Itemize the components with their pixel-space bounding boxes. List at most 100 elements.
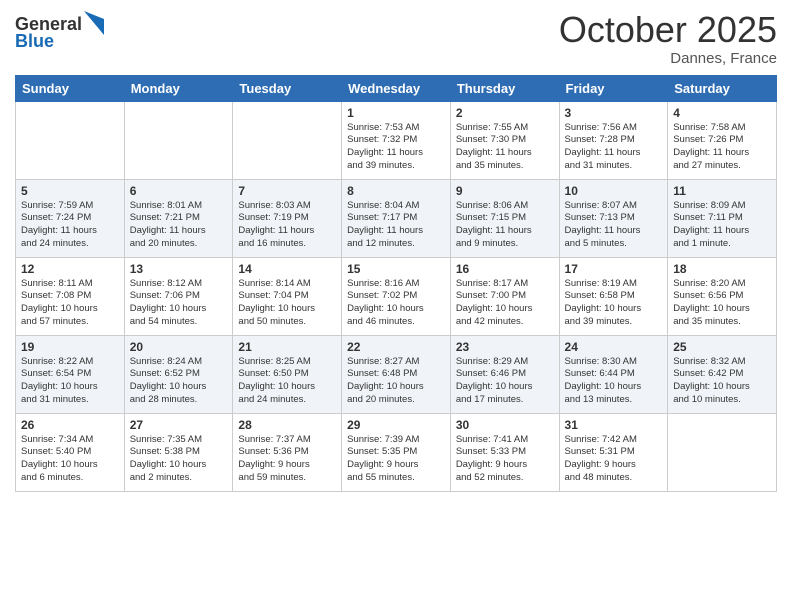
day-info: Sunrise: 8:19 AM Sunset: 6:58 PM Dayligh… — [565, 278, 663, 329]
month-title: October 2025 — [559, 10, 777, 50]
day-info: Sunrise: 7:39 AM Sunset: 5:35 PM Dayligh… — [347, 434, 445, 485]
calendar-week-2: 12 Sunrise: 8:11 AM Sunset: 7:08 PM Dayli… — [16, 257, 777, 335]
day-number: 27 — [130, 418, 228, 432]
day-number: 19 — [21, 340, 119, 354]
day-number: 1 — [347, 106, 445, 120]
calendar-cell: 9Sunrise: 8:06 AM Sunset: 7:15 PM Daylig… — [450, 179, 559, 257]
calendar-cell: 6 Sunrise: 8:01 AM Sunset: 7:21 PM Daylig… — [124, 179, 233, 257]
day-number: 3 — [565, 106, 663, 120]
day-number: 15 — [347, 262, 445, 276]
calendar-week-3: 19 Sunrise: 8:22 AM Sunset: 6:54 PM Dayli… — [16, 335, 777, 413]
day-info: Sunrise: 8:11 AM Sunset: 7:08 PM Dayligh… — [21, 278, 119, 329]
header: General Blue October 2025 Dannes, France — [15, 10, 777, 67]
calendar-cell: 17 Sunrise: 8:19 AM Sunset: 6:58 PM Dayli… — [559, 257, 668, 335]
calendar-cell: 4Sunrise: 7:58 AM Sunset: 7:26 PM Daylig… — [668, 101, 777, 179]
day-number: 11 — [673, 184, 771, 198]
day-info: Sunrise: 8:30 AM Sunset: 6:44 PM Dayligh… — [565, 356, 663, 407]
day-number: 18 — [673, 262, 771, 276]
day-number: 16 — [456, 262, 554, 276]
calendar-cell: 18 Sunrise: 8:20 AM Sunset: 6:56 PM Dayli… — [668, 257, 777, 335]
day-number: 13 — [130, 262, 228, 276]
location: Dannes, France — [559, 50, 777, 67]
day-number: 6 — [130, 184, 228, 198]
calendar-cell — [124, 101, 233, 179]
calendar-week-4: 26Sunrise: 7:34 AM Sunset: 5:40 PM Dayli… — [16, 413, 777, 491]
calendar-cell: 25 Sunrise: 8:32 AM Sunset: 6:42 PM Dayli… — [668, 335, 777, 413]
calendar-table: SundayMondayTuesdayWednesdayThursdayFrid… — [15, 75, 777, 492]
day-info: Sunrise: 8:14 AM Sunset: 7:04 PM Dayligh… — [238, 278, 336, 329]
calendar-cell: 5 Sunrise: 7:59 AM Sunset: 7:24 PM Daylig… — [16, 179, 125, 257]
day-number: 22 — [347, 340, 445, 354]
day-number: 29 — [347, 418, 445, 432]
day-number: 20 — [130, 340, 228, 354]
day-info: Sunrise: 7:34 AM Sunset: 5:40 PM Dayligh… — [21, 434, 119, 485]
day-number: 24 — [565, 340, 663, 354]
calendar-cell: 14 Sunrise: 8:14 AM Sunset: 7:04 PM Dayli… — [233, 257, 342, 335]
calendar-cell: 15 Sunrise: 8:16 AM Sunset: 7:02 PM Dayli… — [342, 257, 451, 335]
day-info: Sunrise: 8:07 AM Sunset: 7:13 PM Dayligh… — [565, 200, 663, 251]
day-info: Sunrise: 8:25 AM Sunset: 6:50 PM Dayligh… — [238, 356, 336, 407]
day-number: 7 — [238, 184, 336, 198]
day-number: 23 — [456, 340, 554, 354]
day-info: Sunrise: 8:32 AM Sunset: 6:42 PM Dayligh… — [673, 356, 771, 407]
calendar-cell: 10 Sunrise: 8:07 AM Sunset: 7:13 PM Dayli… — [559, 179, 668, 257]
day-info: Sunrise: 7:35 AM Sunset: 5:38 PM Dayligh… — [130, 434, 228, 485]
calendar-cell: 31 Sunrise: 7:42 AM Sunset: 5:31 PM Dayli… — [559, 413, 668, 491]
header-monday: Monday — [124, 75, 233, 101]
day-number: 5 — [21, 184, 119, 198]
day-number: 12 — [21, 262, 119, 276]
day-number: 14 — [238, 262, 336, 276]
calendar-cell: 8 Sunrise: 8:04 AM Sunset: 7:17 PM Daylig… — [342, 179, 451, 257]
calendar-cell: 13 Sunrise: 8:12 AM Sunset: 7:06 PM Dayli… — [124, 257, 233, 335]
calendar-cell: 30Sunrise: 7:41 AM Sunset: 5:33 PM Dayli… — [450, 413, 559, 491]
day-info: Sunrise: 7:41 AM Sunset: 5:33 PM Dayligh… — [456, 434, 554, 485]
calendar-cell: 1 Sunrise: 7:53 AM Sunset: 7:32 PM Daylig… — [342, 101, 451, 179]
day-info: Sunrise: 7:58 AM Sunset: 7:26 PM Dayligh… — [673, 122, 771, 173]
day-info: Sunrise: 8:03 AM Sunset: 7:19 PM Dayligh… — [238, 200, 336, 251]
day-info: Sunrise: 8:20 AM Sunset: 6:56 PM Dayligh… — [673, 278, 771, 329]
day-info: Sunrise: 8:01 AM Sunset: 7:21 PM Dayligh… — [130, 200, 228, 251]
day-number: 17 — [565, 262, 663, 276]
day-info: Sunrise: 8:12 AM Sunset: 7:06 PM Dayligh… — [130, 278, 228, 329]
day-info: Sunrise: 8:17 AM Sunset: 7:00 PM Dayligh… — [456, 278, 554, 329]
day-info: Sunrise: 8:29 AM Sunset: 6:46 PM Dayligh… — [456, 356, 554, 407]
day-info: Sunrise: 7:55 AM Sunset: 7:30 PM Dayligh… — [456, 122, 554, 173]
header-sunday: Sunday — [16, 75, 125, 101]
calendar-cell: 26Sunrise: 7:34 AM Sunset: 5:40 PM Dayli… — [16, 413, 125, 491]
calendar-cell: 27 Sunrise: 7:35 AM Sunset: 5:38 PM Dayli… — [124, 413, 233, 491]
header-thursday: Thursday — [450, 75, 559, 101]
calendar-cell: 2 Sunrise: 7:55 AM Sunset: 7:30 PM Daylig… — [450, 101, 559, 179]
header-wednesday: Wednesday — [342, 75, 451, 101]
day-number: 28 — [238, 418, 336, 432]
day-info: Sunrise: 8:22 AM Sunset: 6:54 PM Dayligh… — [21, 356, 119, 407]
calendar-cell: 22Sunrise: 8:27 AM Sunset: 6:48 PM Dayli… — [342, 335, 451, 413]
calendar-cell: 11Sunrise: 8:09 AM Sunset: 7:11 PM Dayli… — [668, 179, 777, 257]
calendar-cell: 24 Sunrise: 8:30 AM Sunset: 6:44 PM Dayli… — [559, 335, 668, 413]
calendar-cell: 28 Sunrise: 7:37 AM Sunset: 5:36 PM Dayli… — [233, 413, 342, 491]
calendar-cell — [668, 413, 777, 491]
logo-icon — [84, 11, 104, 35]
day-number: 2 — [456, 106, 554, 120]
day-info: Sunrise: 7:42 AM Sunset: 5:31 PM Dayligh… — [565, 434, 663, 485]
day-info: Sunrise: 7:59 AM Sunset: 7:24 PM Dayligh… — [21, 200, 119, 251]
logo: General Blue — [15, 14, 104, 52]
day-number: 21 — [238, 340, 336, 354]
title-block: October 2025 Dannes, France — [559, 10, 777, 67]
day-info: Sunrise: 7:53 AM Sunset: 7:32 PM Dayligh… — [347, 122, 445, 173]
calendar-cell: 29 Sunrise: 7:39 AM Sunset: 5:35 PM Dayli… — [342, 413, 451, 491]
day-number: 8 — [347, 184, 445, 198]
calendar-cell: 20 Sunrise: 8:24 AM Sunset: 6:52 PM Dayli… — [124, 335, 233, 413]
day-info: Sunrise: 8:04 AM Sunset: 7:17 PM Dayligh… — [347, 200, 445, 251]
page: General Blue October 2025 Dannes, France… — [0, 0, 792, 612]
day-number: 10 — [565, 184, 663, 198]
day-info: Sunrise: 8:24 AM Sunset: 6:52 PM Dayligh… — [130, 356, 228, 407]
calendar-cell: 3Sunrise: 7:56 AM Sunset: 7:28 PM Daylig… — [559, 101, 668, 179]
calendar-cell: 12 Sunrise: 8:11 AM Sunset: 7:08 PM Dayli… — [16, 257, 125, 335]
day-info: Sunrise: 7:37 AM Sunset: 5:36 PM Dayligh… — [238, 434, 336, 485]
day-info: Sunrise: 8:16 AM Sunset: 7:02 PM Dayligh… — [347, 278, 445, 329]
calendar-cell — [16, 101, 125, 179]
calendar-week-1: 5 Sunrise: 7:59 AM Sunset: 7:24 PM Daylig… — [16, 179, 777, 257]
calendar-week-0: 1 Sunrise: 7:53 AM Sunset: 7:32 PM Daylig… — [16, 101, 777, 179]
day-number: 31 — [565, 418, 663, 432]
day-number: 25 — [673, 340, 771, 354]
